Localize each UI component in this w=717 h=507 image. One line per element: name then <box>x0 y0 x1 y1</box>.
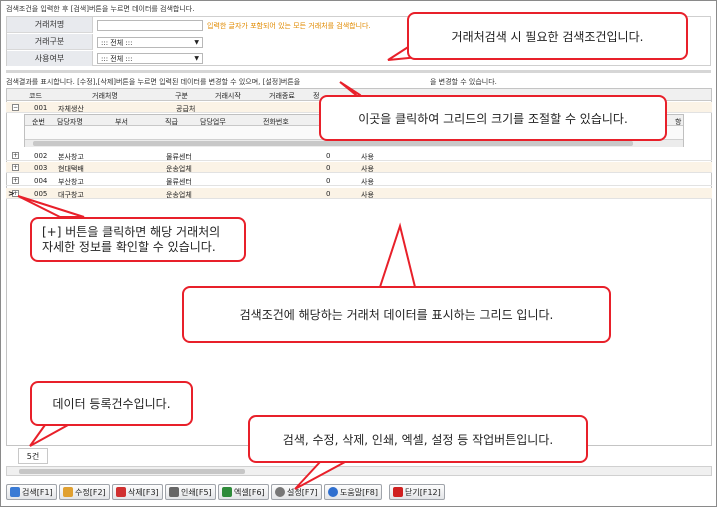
callout-grid: 검색조건에 해당하는 거래처 데이터를 표시하는 그리드 입니다. <box>182 286 611 343</box>
callout-detail: [+] 버튼을 클릭하면 해당 거래처의 자세한 정보를 확인할 수 있습니다. <box>30 217 246 262</box>
callout-toolbar: 검색, 수정, 삭제, 인쇄, 엑셀, 설정 등 작업버튼입니다. <box>248 415 588 463</box>
callout-count: 데이터 등록건수입니다. <box>30 381 193 426</box>
callout-search-conditions: 거래처검색 시 필요한 검색조건입니다. <box>407 12 688 60</box>
callout-resize: 이곳을 클릭하여 그리드의 크기를 조절할 수 있습니다. <box>319 95 667 141</box>
